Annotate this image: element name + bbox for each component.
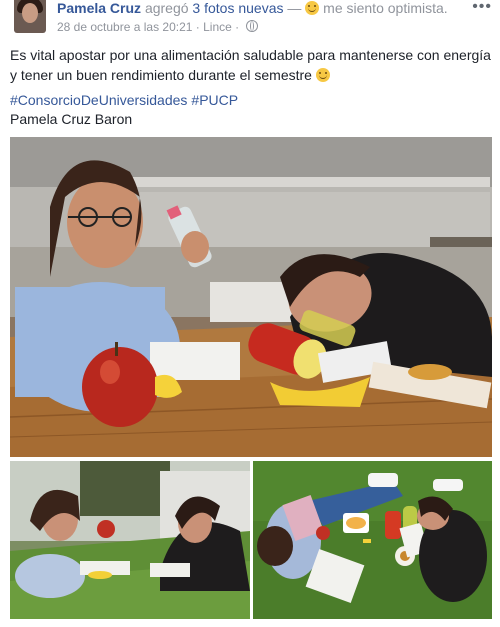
post-headline: Pamela Cruz agregó 3 fotos nuevas — me s… [57, 0, 448, 16]
post-body: Es vital apostar por una alimentación sa… [10, 47, 491, 83]
photos-link[interactable]: 3 fotos nuevas [192, 0, 283, 16]
post-text: Es vital apostar por una alimentación sa… [10, 45, 492, 85]
photo-credit: Pamela Cruz Baron [10, 111, 133, 127]
smile-emoji-icon [305, 1, 320, 15]
location-link[interactable]: Lince [203, 20, 232, 34]
photo-students-table[interactable] [10, 137, 492, 457]
action-text: agregó [144, 0, 189, 16]
author-name-link[interactable]: Pamela Cruz [57, 0, 141, 16]
avatar[interactable] [14, 0, 46, 33]
timestamp-link[interactable]: 28 de octubre a las 20:21 [57, 20, 192, 34]
separator-dash: — [287, 0, 302, 16]
hashtag-link[interactable]: #ConsorcioDeUniversidades [10, 92, 187, 108]
meta-dot-2: · [235, 20, 240, 34]
feeling-text: me siento optimista. [323, 0, 448, 16]
globe-icon[interactable] [245, 20, 258, 32]
post-header: Pamela Cruz agregó 3 fotos nuevas — me s… [0, 0, 500, 40]
post-meta: 28 de octubre a las 20:21 · Lince · [57, 20, 258, 34]
hashtag-link[interactable]: #PUCP [191, 92, 238, 108]
photo-students-grass[interactable] [10, 461, 250, 619]
more-options-icon[interactable]: ••• [472, 0, 492, 15]
meta-dot: · [195, 20, 200, 34]
smile-emoji-icon [315, 68, 330, 82]
photo-students-lawn-aerial[interactable] [253, 461, 492, 619]
hashtags: #ConsorcioDeUniversidades #PUCP [10, 91, 242, 109]
